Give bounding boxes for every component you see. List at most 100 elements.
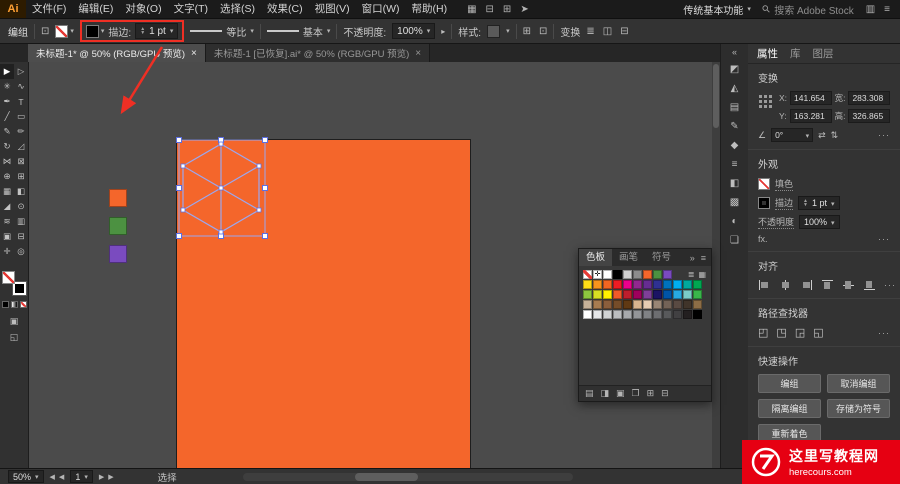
select-menu[interactable]: 选择(S) xyxy=(214,0,261,18)
last-artboard-icon[interactable]: ▶ xyxy=(108,473,113,481)
color-panel-icon[interactable]: ◩ xyxy=(730,64,739,75)
swatch[interactable] xyxy=(653,280,662,289)
artboard-tool[interactable]: ▣ xyxy=(0,229,14,244)
swatch[interactable] xyxy=(663,280,672,289)
window-menu[interactable]: 窗口(W) xyxy=(356,0,406,18)
new-swatch-icon[interactable]: ⊞ xyxy=(647,388,655,399)
rectangle-tool[interactable]: ▭ xyxy=(14,109,28,124)
expand-panels-icon[interactable]: « xyxy=(732,47,737,57)
brush-definition-select[interactable]: 基本 xyxy=(266,24,331,39)
stock-search[interactable]: ⚲ 搜索 Adobe Stock xyxy=(760,2,854,17)
swatch[interactable] xyxy=(643,300,652,309)
shape-builder-tool[interactable]: ⊕ xyxy=(0,169,14,184)
help-menu[interactable]: 帮助(H) xyxy=(406,0,454,18)
group-button[interactable]: 编组 xyxy=(758,374,821,393)
style-swatch[interactable] xyxy=(487,24,501,38)
opacity-link[interactable]: 不透明度 xyxy=(758,215,795,229)
first-artboard-icon[interactable]: ◀ xyxy=(50,473,55,481)
align-top-icon[interactable] xyxy=(821,279,834,291)
swatch[interactable]: ✛ xyxy=(593,270,602,279)
symbols-panel-icon[interactable]: ◆ xyxy=(731,140,739,151)
align-objects-icon[interactable]: ≣ xyxy=(586,26,594,37)
object-menu[interactable]: 对象(O) xyxy=(119,0,167,18)
tab-swatches[interactable]: 色板 xyxy=(579,249,613,266)
free-transform-tool[interactable]: ⊠ xyxy=(14,154,28,169)
stroke-width-stepper[interactable]: 1 pt xyxy=(798,196,840,210)
workspace-switcher[interactable]: 传统基本功能 xyxy=(683,2,751,17)
swatch[interactable] xyxy=(603,300,612,309)
swatch[interactable] xyxy=(623,310,632,319)
effect-menu[interactable]: 效果(C) xyxy=(261,0,309,18)
height-field[interactable]: 326.865 xyxy=(848,109,890,123)
align-center-icon[interactable] xyxy=(779,279,792,291)
swatch[interactable] xyxy=(583,280,592,289)
width-tool[interactable]: ⋈ xyxy=(0,154,14,169)
fill-swatch[interactable] xyxy=(55,24,69,38)
scale-tool[interactable]: ◿ xyxy=(14,139,28,154)
fill-swatch[interactable] xyxy=(758,178,770,190)
symbol-sprayer-tool[interactable]: ≋ xyxy=(0,214,14,229)
angle-field[interactable]: 0° xyxy=(771,128,814,142)
gradient-mode-icon[interactable] xyxy=(10,301,18,308)
stroke-panel-icon[interactable]: ≡ xyxy=(732,159,738,170)
brushes-panel-icon[interactable]: ✎ xyxy=(730,121,738,132)
tab-untitled-1[interactable]: 未标题-1* @ 50% (RGB/GPU 预览) × xyxy=(28,44,206,62)
swatch[interactable] xyxy=(593,310,602,319)
swatch[interactable] xyxy=(673,300,682,309)
x-field[interactable]: 141.654 xyxy=(790,91,832,105)
fx-button[interactable]: fx. xyxy=(758,234,768,244)
width-field[interactable]: 283.308 xyxy=(848,91,890,105)
tab-symbols[interactable]: 符号 xyxy=(645,249,678,266)
swatch[interactable] xyxy=(583,270,592,279)
swatch[interactable] xyxy=(623,290,632,299)
swatch-kinds-icon[interactable]: ◨ xyxy=(601,388,610,399)
transparency-panel-icon[interactable]: ▩ xyxy=(730,197,739,208)
intersect-icon[interactable]: ◲ xyxy=(795,326,805,339)
align-right-icon[interactable] xyxy=(800,279,813,291)
swatch[interactable] xyxy=(613,310,622,319)
vertical-scrollbar[interactable] xyxy=(712,62,720,468)
color-chip[interactable] xyxy=(109,217,127,235)
panel-menu-icon[interactable]: ≡ xyxy=(701,253,706,263)
tab-layers[interactable]: 图层 xyxy=(813,46,834,61)
tab-untitled-1-recovered[interactable]: 未标题-1 [已恢复].ai* @ 50% (RGB/GPU 预览) × xyxy=(205,44,431,62)
flip-horizontal-icon[interactable]: ⇄ xyxy=(818,130,826,141)
gradient-tool[interactable]: ◧ xyxy=(14,184,28,199)
bridge-icon[interactable]: ▦ xyxy=(467,4,476,15)
stroke-profile-select[interactable]: 等比 xyxy=(190,24,254,39)
lasso-tool[interactable]: ∿ xyxy=(14,79,28,94)
swatch[interactable] xyxy=(613,270,622,279)
arrange-documents-icon[interactable]: ⊟ xyxy=(486,4,494,15)
swatch[interactable] xyxy=(603,280,612,289)
gpu-performance-icon[interactable]: ➤ xyxy=(520,4,528,15)
opacity-field[interactable]: 100% xyxy=(799,215,840,229)
align-left-icon[interactable] xyxy=(758,279,771,291)
file-menu[interactable]: 文件(F) xyxy=(26,0,72,18)
tab-brushes[interactable]: 画笔 xyxy=(612,249,645,266)
horizontal-scrollbar[interactable] xyxy=(242,472,573,481)
swatch[interactable] xyxy=(683,290,692,299)
stroke-color-control[interactable] xyxy=(85,24,105,38)
none-mode-icon[interactable] xyxy=(19,301,27,308)
exclude-icon[interactable]: ◱ xyxy=(813,326,823,339)
swatch[interactable] xyxy=(663,270,672,279)
more-options-button[interactable]: ··· xyxy=(884,280,896,290)
swatch[interactable] xyxy=(623,300,632,309)
panel-expand-icon[interactable]: » xyxy=(690,253,695,263)
align-bottom-icon[interactable] xyxy=(863,279,876,291)
stroke-swatch[interactable] xyxy=(758,197,770,209)
color-guide-panel-icon[interactable]: ◭ xyxy=(731,83,739,94)
tab-properties[interactable]: 属性 xyxy=(757,46,778,61)
edit-menu[interactable]: 编辑(E) xyxy=(72,0,119,18)
tab-close-icon[interactable]: × xyxy=(415,48,421,59)
reference-point-locator[interactable] xyxy=(758,94,773,109)
horizontal-scrollbar-thumb[interactable] xyxy=(354,472,418,481)
swatch[interactable] xyxy=(633,310,642,319)
swatch[interactable] xyxy=(623,270,632,279)
line-segment-tool[interactable]: ╱ xyxy=(0,109,14,124)
swatch[interactable] xyxy=(593,280,602,289)
selected-polygon[interactable] xyxy=(173,132,271,244)
save-as-symbol-button[interactable]: 存储为符号 xyxy=(827,399,890,418)
swatch-libraries-icon[interactable]: ▤ xyxy=(585,388,594,399)
swatch[interactable] xyxy=(673,280,682,289)
